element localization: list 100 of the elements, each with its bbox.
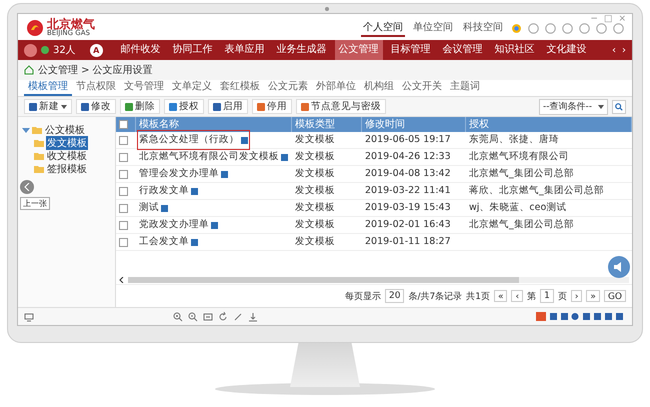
speaker-icon[interactable] <box>608 256 630 278</box>
checkbox[interactable] <box>119 186 128 196</box>
nav-arrow[interactable]: ‹ <box>612 44 616 56</box>
scrollbar-thumb[interactable] <box>128 277 519 283</box>
edit-icon[interactable] <box>281 154 288 160</box>
toolbar-button[interactable]: 节点意见与密级 <box>296 99 386 114</box>
table-cell-text: 发文模板 <box>295 167 335 181</box>
edit-icon[interactable] <box>241 136 248 144</box>
page-field[interactable]: 1 <box>540 289 554 303</box>
tree-item[interactable]: 发文模板 <box>46 136 88 150</box>
tab[interactable]: 公文元素 <box>264 78 312 96</box>
circle-icon[interactable] <box>613 22 624 34</box>
toolbar-button[interactable]: 修改 <box>76 99 116 114</box>
checkbox[interactable] <box>119 120 128 129</box>
caret-icon <box>598 104 604 108</box>
tab[interactable]: 文单定义 <box>168 78 216 96</box>
monitor-icon[interactable] <box>24 312 34 322</box>
template-name[interactable]: 紧急公文处理（行政） <box>139 132 239 148</box>
circle-icon[interactable] <box>545 22 556 34</box>
checkbox[interactable] <box>119 136 128 144</box>
space-link[interactable]: 单位空间 <box>411 19 455 37</box>
tab[interactable]: 公文开关 <box>398 78 446 96</box>
tree-item[interactable]: 收文模板 <box>46 148 88 162</box>
table-cell-text: 发文模板 <box>295 133 335 147</box>
table-cell-text: 2019-03-22 11:41 <box>365 184 451 198</box>
checkbox[interactable] <box>119 220 128 230</box>
checkbox[interactable] <box>119 170 128 178</box>
circle-icon[interactable] <box>562 22 573 34</box>
circle-icon[interactable] <box>596 22 607 34</box>
nav-item[interactable]: 公文管理 <box>334 40 383 60</box>
color-wheel-icon[interactable] <box>511 22 522 34</box>
circle-icon[interactable] <box>528 22 539 34</box>
query-select[interactable]: --查询条件-- <box>539 98 608 114</box>
toolbar-button[interactable]: 新建 <box>24 99 72 114</box>
pen-icon[interactable] <box>233 312 243 322</box>
avatar[interactable] <box>24 44 37 56</box>
rotate-icon[interactable] <box>218 312 228 322</box>
tab[interactable]: 机构组 <box>360 78 398 96</box>
tree-item[interactable]: 签报模板 <box>46 162 88 176</box>
download-icon[interactable] <box>248 312 258 322</box>
nav-item[interactable]: 文化建设 <box>542 40 591 60</box>
home-icon[interactable] <box>24 65 34 75</box>
toolbar-button[interactable]: 删除 <box>120 99 160 114</box>
scroll-left-icon[interactable] <box>119 277 125 283</box>
nav-arrow[interactable]: › <box>622 44 626 56</box>
toolbar-button[interactable]: 启用 <box>208 99 248 114</box>
search-button[interactable] <box>612 100 626 114</box>
nav-item[interactable]: 协同工作 <box>168 40 217 60</box>
edit-icon[interactable] <box>221 170 228 178</box>
template-name[interactable]: 行政发文单 <box>139 183 189 199</box>
table-cell-text: 北京燃气_集团公司总部 <box>469 167 574 181</box>
table-cell-text: 2019-02-01 16:43 <box>365 218 451 232</box>
online-dot-icon <box>41 46 49 54</box>
template-name[interactable]: 党政发文办理单 <box>139 217 209 233</box>
prev-page-button[interactable]: ‹ <box>511 290 524 302</box>
tab[interactable]: 外部单位 <box>312 78 360 96</box>
fit-screen-icon[interactable] <box>203 312 213 322</box>
template-name[interactable]: 工会发文单 <box>139 234 189 250</box>
tray-icons-drawing[interactable] <box>536 312 626 321</box>
tab[interactable]: 主题词 <box>446 78 484 96</box>
table-cell-text: 发文模板 <box>295 201 335 215</box>
nav-item[interactable]: 会议管理 <box>438 40 487 60</box>
space-link[interactable]: 科技空间 <box>461 19 505 37</box>
chevron-left-icon <box>24 183 30 191</box>
nav-item[interactable]: 邮件收发 <box>116 40 165 60</box>
tree-item[interactable]: 公文模板 <box>44 122 86 136</box>
next-page-button[interactable]: › <box>570 290 582 302</box>
circle-icon[interactable] <box>579 22 590 34</box>
last-page-button[interactable]: » <box>586 290 600 302</box>
table-cell-text: wj、朱晓蓝、ceo测试 <box>469 201 566 215</box>
online-count[interactable]: 32人 <box>53 43 76 57</box>
breadcrumb: 公文管理 > 公文应用设置 <box>38 64 153 77</box>
checkbox[interactable] <box>119 204 128 212</box>
template-name[interactable]: 管理会发文办理单 <box>139 166 219 182</box>
page-size-field[interactable]: 20 <box>385 289 404 303</box>
edit-icon[interactable] <box>191 238 198 246</box>
tab[interactable]: 节点权限 <box>72 78 120 96</box>
go-button[interactable]: GO <box>604 290 626 302</box>
collapse-toggle-icon[interactable] <box>22 126 30 134</box>
toolbar-button[interactable]: 停用 <box>252 99 292 114</box>
first-page-button[interactable]: « <box>494 290 508 302</box>
edit-icon[interactable] <box>161 204 168 212</box>
zoom-out-icon[interactable] <box>188 312 198 322</box>
table-cell-text: 2019-03-19 15:43 <box>365 201 451 215</box>
font-button[interactable]: A <box>90 44 103 56</box>
edit-icon[interactable] <box>191 188 198 194</box>
nav-item[interactable]: 目标管理 <box>386 40 435 60</box>
checkbox[interactable] <box>119 238 128 246</box>
template-name[interactable]: 测试 <box>139 200 159 216</box>
toolbar-button[interactable]: 授权 <box>164 99 204 114</box>
checkbox[interactable] <box>119 152 128 162</box>
tab[interactable]: 文号管理 <box>120 78 168 96</box>
nav-item[interactable]: 知识社区 <box>490 40 539 60</box>
tab[interactable]: 套红模板 <box>216 78 264 96</box>
space-link[interactable]: 个人空间 <box>361 19 405 37</box>
edit-icon[interactable] <box>211 222 218 228</box>
zoom-in-icon[interactable] <box>173 312 183 322</box>
template-name[interactable]: 北京燃气环境有限公司发文模板 <box>139 149 279 165</box>
nav-item[interactable]: 业务生成器 <box>272 40 331 60</box>
nav-item[interactable]: 表单应用 <box>220 40 269 60</box>
